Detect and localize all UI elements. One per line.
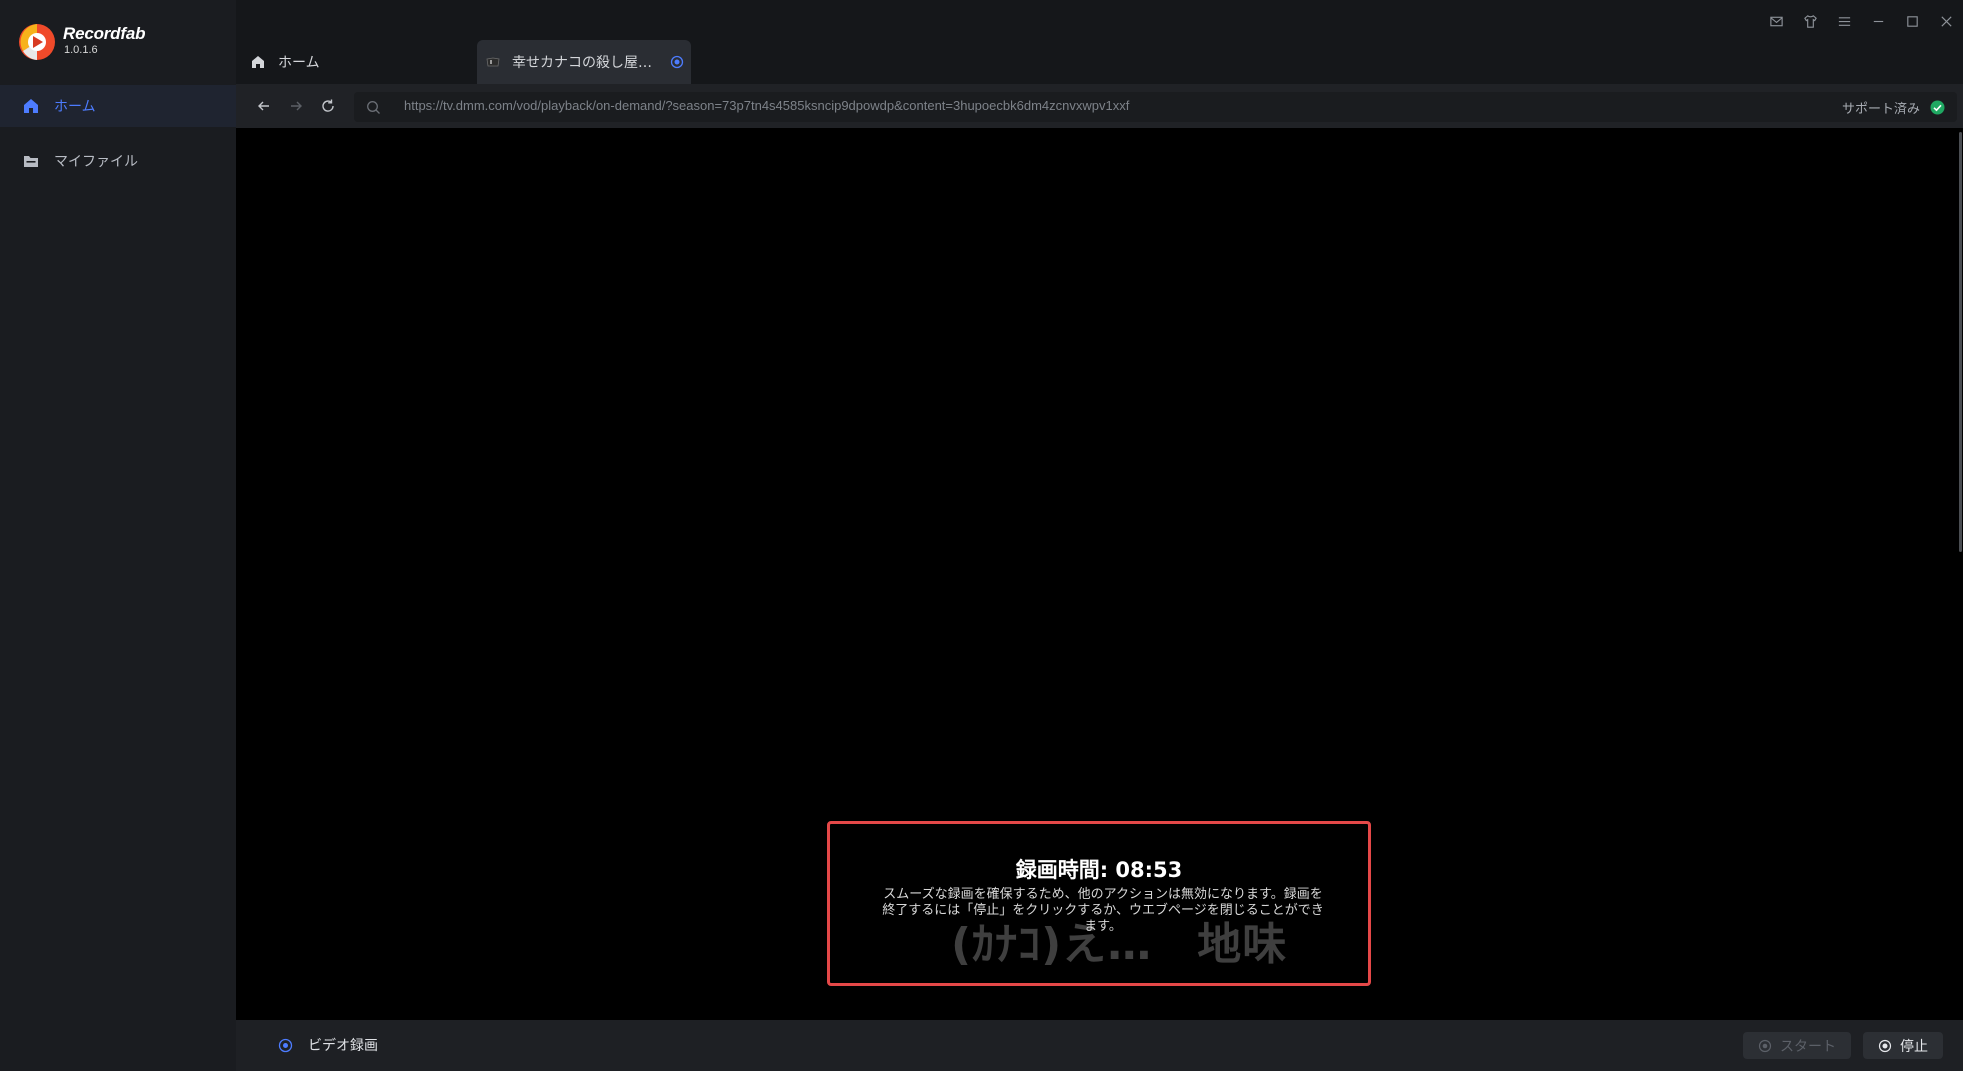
site-favicon-icon — [486, 57, 500, 67]
sidebar-item-label: マイファイル — [54, 154, 138, 170]
maximize-button[interactable] — [1895, 0, 1929, 42]
url-text[interactable]: https://tv.dmm.com/vod/playback/on-deman… — [404, 98, 1129, 113]
recordfab-app: Recordfab 1.0.1.6 ホーム マイファイル ホーム 幸せカナコの殺… — [0, 0, 1963, 1071]
recordfab-logo-icon — [19, 24, 55, 60]
record-icon — [1758, 1039, 1772, 1052]
app-version: 1.0.1.6 — [64, 44, 98, 56]
arrow-right-icon — [291, 101, 302, 111]
back-button[interactable] — [253, 95, 275, 117]
bottom-bar: ビデオ録画 スタート 停止 — [236, 1020, 1963, 1071]
mail-icon — [1769, 16, 1783, 26]
sidebar-item-label: ホーム — [54, 99, 96, 115]
stop-label: 停止 — [1900, 1038, 1928, 1055]
stop-button[interactable]: 停止 — [1863, 1032, 1943, 1059]
app-name: Recordfab — [63, 24, 146, 43]
address-bar[interactable]: https://tv.dmm.com/vod/playback/on-deman… — [354, 92, 1957, 122]
support-label: サポート済み — [1841, 101, 1920, 117]
start-label: スタート — [1780, 1038, 1836, 1055]
recording-time: 録画時間: 08:53 — [1015, 858, 1183, 882]
check-circle-icon — [1930, 100, 1945, 114]
arrow-left-icon — [258, 101, 269, 111]
recording-indicator-icon — [670, 55, 684, 69]
recording-status-box: 録画時間: 08:53 スムーズな録画を確保するため、他のアクションは無効になり… — [827, 821, 1371, 986]
recording-message: スムーズな録画を確保するため、他のアクションは無効になります。録画を終了するには… — [882, 887, 1324, 934]
skin-button[interactable] — [1793, 0, 1827, 42]
window-controls — [1759, 0, 1963, 42]
home-icon — [24, 99, 38, 113]
menu-button[interactable] — [1827, 0, 1861, 42]
sidebar-item-home[interactable]: ホーム — [0, 85, 236, 127]
record-mode-icon — [278, 1038, 293, 1052]
tab-home[interactable]: ホーム — [250, 40, 466, 84]
start-button[interactable]: スタート — [1743, 1032, 1851, 1059]
tab-playback[interactable]: 幸せカナコの殺し屋… — [477, 40, 691, 84]
maximize-icon — [1906, 15, 1918, 27]
browser-toolbar: https://tv.dmm.com/vod/playback/on-deman… — [236, 84, 1963, 128]
close-icon — [1940, 15, 1952, 27]
tab-label: ホーム — [278, 55, 320, 71]
support-status: サポート済み — [1842, 97, 1945, 117]
scrollbar-thumb[interactable] — [1959, 132, 1962, 552]
minimize-button[interactable] — [1861, 0, 1895, 42]
tab-label: 幸せカナコの殺し屋… — [512, 55, 652, 71]
sidebar: Recordfab 1.0.1.6 ホーム マイファイル — [0, 0, 236, 1071]
video-scrollbar[interactable] — [1958, 128, 1963, 1020]
shirt-icon — [1803, 14, 1817, 28]
folder-icon — [24, 156, 38, 167]
search-icon — [367, 101, 380, 114]
forward-button[interactable] — [285, 95, 307, 117]
home-icon — [252, 56, 264, 68]
menu-icon — [1838, 16, 1850, 26]
close-button[interactable] — [1929, 0, 1963, 42]
mode-label: ビデオ録画 — [308, 1038, 378, 1054]
minimize-icon — [1873, 20, 1883, 22]
reload-button[interactable] — [317, 95, 339, 117]
video-player[interactable]: (ｶﾅｺ)え… 地味 録画時間: 08:53 スムーズな録画を確保するため、他の… — [236, 128, 1958, 1020]
mail-button[interactable] — [1759, 0, 1793, 42]
reload-icon — [322, 99, 334, 112]
sidebar-item-my-files[interactable]: マイファイル — [0, 140, 236, 182]
stop-icon — [1878, 1039, 1892, 1052]
video-record-mode[interactable]: ビデオ録画 — [278, 1035, 378, 1055]
